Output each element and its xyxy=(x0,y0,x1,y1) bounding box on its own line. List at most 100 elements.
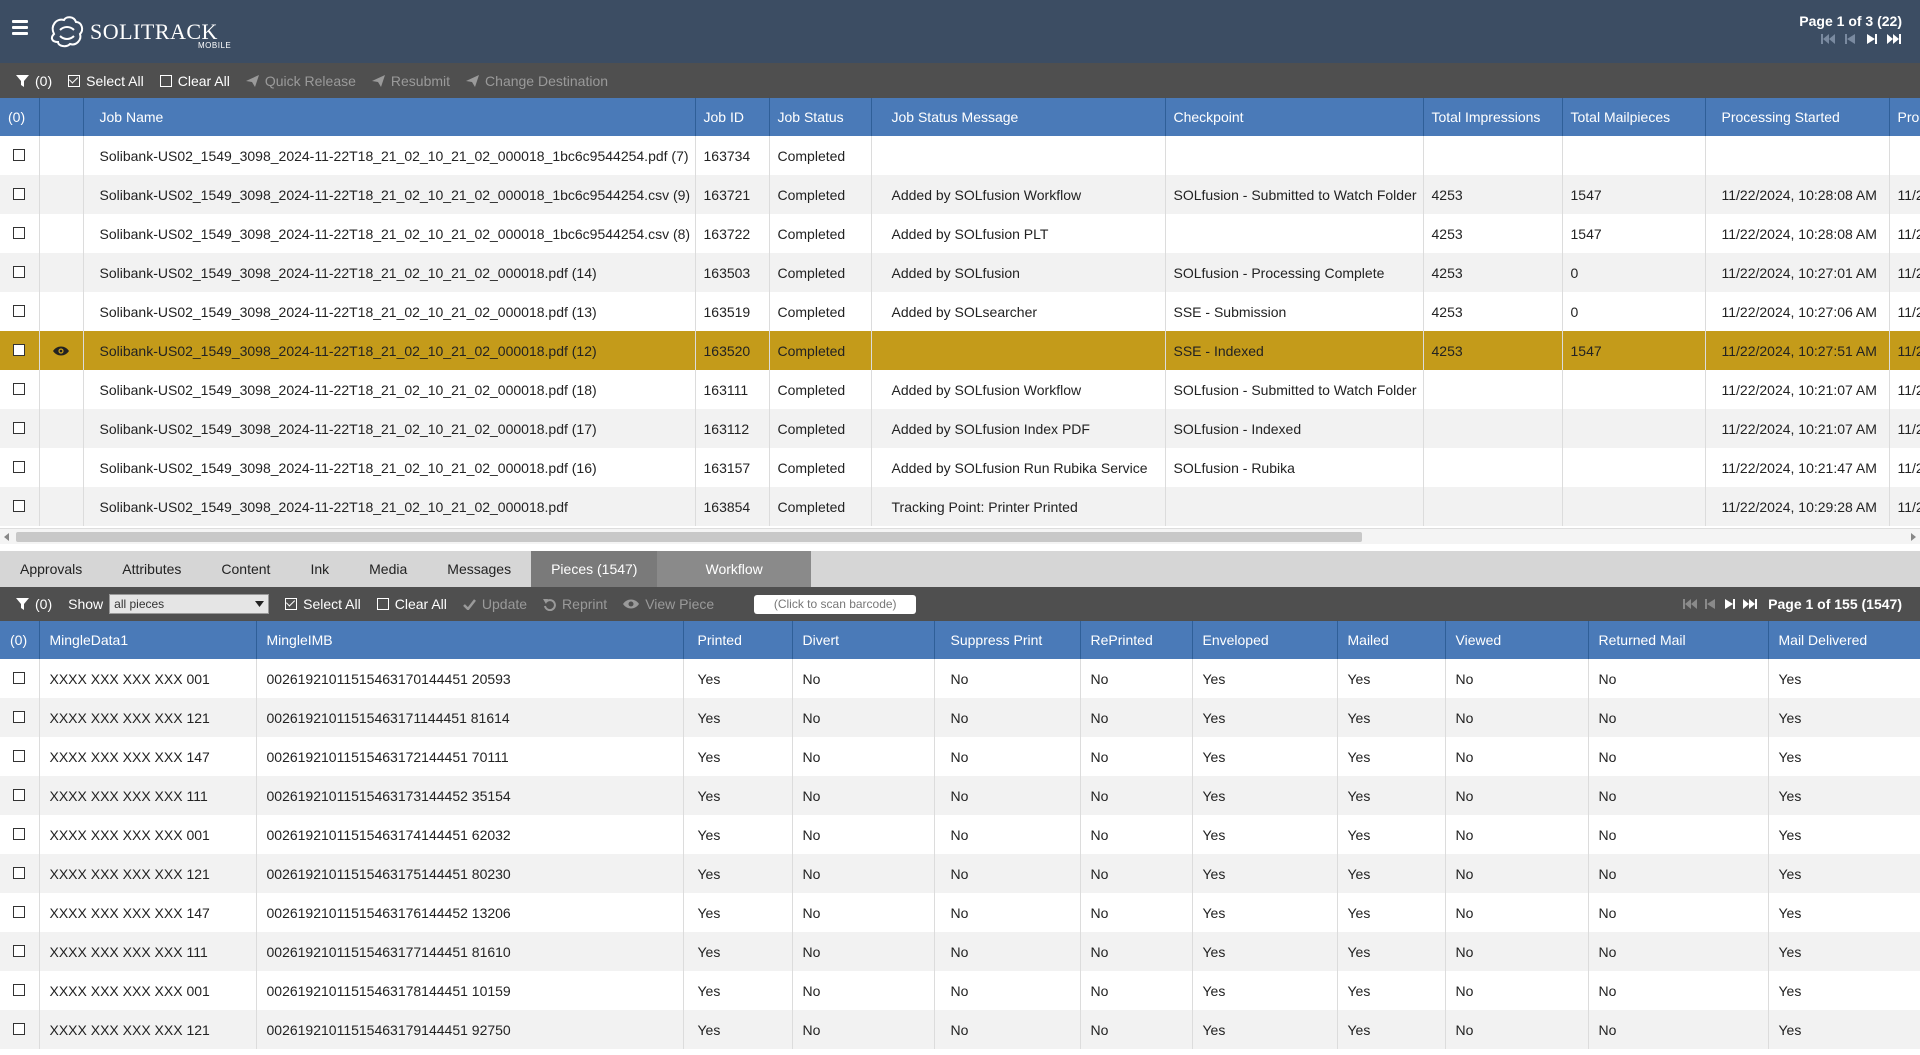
scrollbar-thumb[interactable] xyxy=(16,532,1362,542)
pieces-col-mail-delivered[interactable]: Mail Delivered xyxy=(1768,621,1920,659)
job-row-checkbox[interactable] xyxy=(13,343,26,356)
piece-row-checkbox[interactable] xyxy=(13,671,26,684)
tab-media[interactable]: Media xyxy=(349,551,427,587)
pieces-col-mailed[interactable]: Mailed xyxy=(1337,621,1446,659)
last-page-icon[interactable] xyxy=(1886,33,1902,45)
piece-row[interactable]: XXXX XXX XXX XXX 147 00261921011515463172… xyxy=(0,737,1920,776)
job-row-checkbox[interactable] xyxy=(13,382,26,395)
jobs-col-processing-started[interactable]: Processing Started xyxy=(1705,98,1890,136)
job-row-checkbox[interactable] xyxy=(13,460,26,473)
update-label: Update xyxy=(481,596,528,612)
next-page-icon[interactable] xyxy=(1864,33,1880,45)
piece-row-checkbox[interactable] xyxy=(13,983,26,996)
piece-row-checkbox[interactable] xyxy=(13,827,26,840)
pieces-col-mingledata1[interactable]: MingleData1 xyxy=(39,621,257,659)
jobs-col-job-name[interactable]: Job Name xyxy=(83,98,696,136)
piece-row[interactable]: XXXX XXX XXX XXX 001 00261921011515463178… xyxy=(0,971,1920,1010)
pieces-col-viewed[interactable]: Viewed xyxy=(1445,621,1589,659)
jobs-col-processing-more[interactable]: Pro xyxy=(1889,98,1920,136)
menu-icon[interactable] xyxy=(12,20,28,35)
job-row[interactable]: Solibank-US02_1549_3098_2024-11-22T18_21… xyxy=(0,175,1920,214)
jobs-col-job-status[interactable]: Job Status xyxy=(769,98,872,136)
job-row-checkbox[interactable] xyxy=(13,421,26,434)
piece-row-checkbox[interactable] xyxy=(13,788,26,801)
pieces-col-returned-mail[interactable]: Returned Mail xyxy=(1588,621,1769,659)
pieces-filter-button[interactable]: (0) xyxy=(16,596,52,612)
job-row[interactable]: Solibank-US02_1549_3098_2024-11-22T18_21… xyxy=(0,292,1920,331)
pieces-select-all-button[interactable]: Select All xyxy=(285,596,361,612)
job-row[interactable]: Solibank-US02_1549_3098_2024-11-22T18_21… xyxy=(0,487,1920,526)
jobs-col-total-impressions[interactable]: Total Impressions xyxy=(1423,98,1563,136)
tab-pieces[interactable]: Pieces (1547) xyxy=(531,551,658,587)
job-row[interactable]: Solibank-US02_1549_3098_2024-11-22T18_21… xyxy=(0,370,1920,409)
job-row-checkbox[interactable] xyxy=(13,148,26,161)
tab-attributes[interactable]: Attributes xyxy=(102,551,201,587)
jobs-select-all-button[interactable]: Select All xyxy=(68,73,144,89)
piece-row-checkbox[interactable] xyxy=(13,944,26,957)
piece-row[interactable]: XXXX XXX XXX XXX 147 00261921011515463176… xyxy=(0,893,1920,932)
job-row[interactable]: Solibank-US02_1549_3098_2024-11-22T18_21… xyxy=(0,253,1920,292)
piece-row[interactable]: XXXX XXX XXX XXX 111 00261921011515463177… xyxy=(0,932,1920,971)
jobs-col-total-mailpieces[interactable]: Total Mailpieces xyxy=(1562,98,1706,136)
barcode-scan-input[interactable]: (Click to scan barcode) xyxy=(754,594,917,614)
job-row-checkbox[interactable] xyxy=(13,499,26,512)
piece-row-checkbox[interactable] xyxy=(13,905,26,918)
next-page-icon[interactable] xyxy=(1722,598,1738,610)
job-row[interactable]: Solibank-US02_1549_3098_2024-11-22T18_21… xyxy=(0,409,1920,448)
tab-ink[interactable]: Ink xyxy=(290,551,349,587)
reprint-button[interactable]: Reprint xyxy=(543,596,607,612)
view-piece-button[interactable]: View Piece xyxy=(623,596,714,612)
eye-icon[interactable] xyxy=(53,346,69,356)
jobs-col-select[interactable]: (0) xyxy=(0,98,40,136)
piece-row[interactable]: XXXX XXX XXX XXX 001 00261921011515463174… xyxy=(0,815,1920,854)
tab-content[interactable]: Content xyxy=(201,551,290,587)
app-logo[interactable]: SOLITRACK MOBILE xyxy=(48,12,231,52)
job-row-checkbox[interactable] xyxy=(13,304,26,317)
resubmit-button[interactable]: Resubmit xyxy=(371,73,450,89)
piece-row[interactable]: XXXX XXX XXX XXX 001 00261921011515463170… xyxy=(0,659,1920,698)
piece-row[interactable]: XXXX XXX XXX XXX 121 00261921011515463179… xyxy=(0,1010,1920,1049)
piece-row[interactable]: XXXX XXX XXX XXX 111 00261921011515463173… xyxy=(0,776,1920,815)
job-row[interactable]: Solibank-US02_1549_3098_2024-11-22T18_21… xyxy=(0,331,1920,370)
jobs-horizontal-scrollbar[interactable] xyxy=(0,528,1920,544)
piece-row[interactable]: XXXX XXX XXX XXX 121 00261921011515463171… xyxy=(0,698,1920,737)
jobs-col-job-id[interactable]: Job ID xyxy=(695,98,770,136)
piece-row-checkbox[interactable] xyxy=(13,710,26,723)
show-pieces-select[interactable]: all pieces xyxy=(109,594,270,614)
jobs-col-checkpoint[interactable]: Checkpoint xyxy=(1165,98,1424,136)
quick-release-button[interactable]: Quick Release xyxy=(245,73,356,89)
piece-row-checkbox[interactable] xyxy=(13,1022,26,1035)
first-page-icon[interactable] xyxy=(1820,33,1836,45)
pieces-col-printed[interactable]: Printed xyxy=(683,621,793,659)
pieces-col-divert[interactable]: Divert xyxy=(792,621,935,659)
job-row-checkbox[interactable] xyxy=(13,187,26,200)
update-button[interactable]: Update xyxy=(463,596,527,612)
piece-row-checkbox[interactable] xyxy=(13,749,26,762)
pieces-clear-all-button[interactable]: Clear All xyxy=(376,596,447,612)
pieces-col-enveloped[interactable]: Enveloped xyxy=(1192,621,1338,659)
previous-page-icon[interactable] xyxy=(1842,33,1858,45)
scroll-left-arrow-icon[interactable] xyxy=(4,533,9,541)
pieces-col-mingleimb[interactable]: MingleIMB xyxy=(256,621,684,659)
first-page-icon[interactable] xyxy=(1682,598,1698,610)
job-row[interactable]: Solibank-US02_1549_3098_2024-11-22T18_21… xyxy=(0,448,1920,487)
tab-approvals[interactable]: Approvals xyxy=(0,551,102,587)
job-row-checkbox[interactable] xyxy=(13,226,26,239)
tab-workflow[interactable]: Workflow xyxy=(657,551,811,587)
job-row-checkbox[interactable] xyxy=(13,265,26,278)
pieces-col-reprinted[interactable]: RePrinted xyxy=(1080,621,1193,659)
jobs-col-job-status-message[interactable]: Job Status Message xyxy=(871,98,1166,136)
pieces-col-select[interactable]: (0) xyxy=(0,621,40,659)
pieces-col-suppress-print[interactable]: Suppress Print xyxy=(934,621,1081,659)
piece-row-checkbox[interactable] xyxy=(13,866,26,879)
previous-page-icon[interactable] xyxy=(1702,598,1718,610)
jobs-filter-button[interactable]: (0) xyxy=(16,73,52,89)
job-row[interactable]: Solibank-US02_1549_3098_2024-11-22T18_21… xyxy=(0,136,1920,175)
jobs-clear-all-button[interactable]: Clear All xyxy=(159,73,230,89)
scroll-right-arrow-icon[interactable] xyxy=(1911,533,1916,541)
piece-row[interactable]: XXXX XXX XXX XXX 121 00261921011515463175… xyxy=(0,854,1920,893)
last-page-icon[interactable] xyxy=(1742,598,1758,610)
tab-messages[interactable]: Messages xyxy=(427,551,531,587)
job-row[interactable]: Solibank-US02_1549_3098_2024-11-22T18_21… xyxy=(0,214,1920,253)
change-destination-button[interactable]: Change Destination xyxy=(466,73,608,89)
